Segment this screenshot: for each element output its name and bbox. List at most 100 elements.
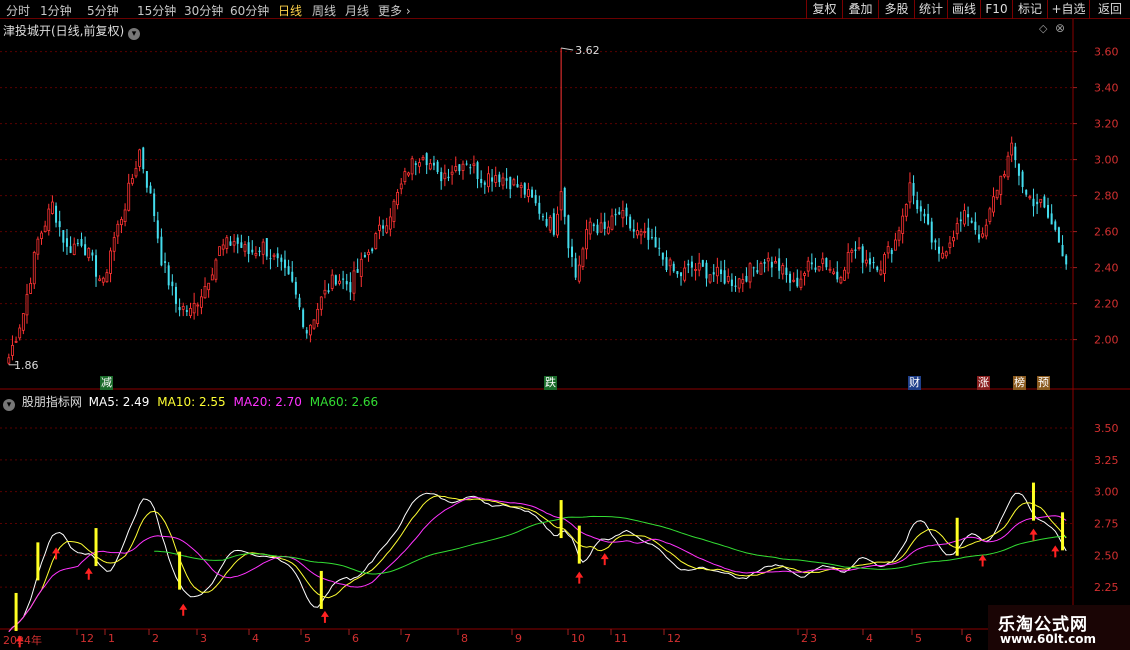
candle-body (396, 191, 400, 206)
candle-body (796, 277, 799, 287)
candle-body (581, 248, 585, 267)
candle-body (944, 251, 948, 257)
candle-body (505, 178, 508, 181)
candle-body (639, 231, 643, 236)
candle-body (625, 207, 628, 217)
candle-body (483, 182, 486, 185)
flag-finance[interactable]: 财 (908, 376, 921, 390)
candle-body (734, 285, 737, 287)
candle-body (229, 241, 232, 246)
candle-body (643, 231, 647, 234)
candle-body (577, 264, 581, 282)
candle-body (665, 257, 668, 270)
candle-body (36, 238, 40, 255)
candle-body (571, 246, 574, 257)
candle-body (629, 216, 632, 229)
candle-body (58, 221, 61, 228)
flag-forecast[interactable]: 预 (1037, 376, 1050, 390)
flag-reduce[interactable]: 减 (100, 376, 113, 390)
candle-body (80, 239, 83, 246)
candle-body (1014, 146, 1017, 161)
candle-body (789, 273, 792, 283)
candle-body (171, 281, 174, 287)
chevron-down-icon[interactable]: ▾ (3, 399, 15, 411)
candle-body (803, 273, 806, 276)
candle-body (545, 218, 548, 226)
price-tick-label: 2.40 (1094, 262, 1119, 275)
candle-body (432, 162, 435, 166)
candle-body (421, 156, 425, 160)
candle-body (480, 178, 483, 184)
candle-body (737, 278, 741, 289)
candle-body (647, 227, 650, 240)
candle-body (469, 167, 472, 169)
candle-body (32, 252, 36, 285)
close-icon[interactable]: ⊗ (1055, 21, 1065, 35)
candle-body (382, 225, 385, 229)
flag-rise[interactable]: 涨 (977, 376, 990, 390)
candle-body (283, 259, 286, 268)
candle-body (817, 265, 821, 271)
candle-body (512, 179, 516, 186)
candle-body (378, 224, 381, 231)
candle-body (567, 215, 570, 249)
candle-body (766, 257, 770, 262)
yellow-signal-bar (955, 517, 959, 556)
candle-body (1032, 198, 1035, 207)
candle-body (999, 175, 1003, 195)
candle-body (160, 236, 163, 266)
indicator-panel-header: ▾ 股朋指标网 MA5: 2.49 MA10: 2.55 MA20: 2.70 … (3, 393, 378, 411)
candle-body (756, 270, 759, 273)
x-axis-label: 10 (571, 632, 585, 645)
candle-body (440, 171, 443, 182)
candle-body (527, 189, 530, 197)
chevron-down-icon[interactable]: ▾ (128, 28, 141, 40)
flag-drop[interactable]: 跌 (544, 376, 557, 390)
candle-body (47, 208, 51, 231)
candle-body (1036, 201, 1039, 205)
red-arrow-icon (575, 571, 584, 584)
chart-canvas[interactable]: 3.60 3.40 3.20 3.00 2.80 2.60 2.40 2.20 2.00 3.50… (0, 0, 1130, 650)
candle-body (658, 247, 661, 249)
candle-body (116, 223, 120, 237)
price-tick-label: 3.20 (1094, 118, 1119, 131)
candle-body (854, 249, 857, 251)
candle-body (1065, 255, 1068, 265)
candle-body (436, 161, 439, 173)
candle-body (1047, 204, 1050, 218)
candle-body (992, 196, 995, 213)
x-axis-label: 6 (965, 632, 972, 645)
candle-body (1010, 142, 1014, 156)
candle-body (810, 262, 813, 265)
red-arrow-icon (1029, 528, 1038, 541)
candle-body (614, 213, 617, 216)
ma10-label: MA10: 2.55 (157, 395, 226, 409)
candle-body (864, 259, 868, 264)
red-arrow-icon (179, 603, 188, 616)
red-arrow-icon (84, 567, 93, 580)
candle-body (963, 210, 966, 225)
candle-body (934, 240, 937, 243)
ma20-label: MA20: 2.70 (233, 395, 302, 409)
candle-body (825, 258, 828, 268)
candle-body (752, 267, 755, 269)
candle-body (876, 266, 879, 271)
candle-body (930, 221, 933, 243)
candle-body (450, 171, 454, 175)
candle-body (105, 272, 109, 283)
candle-body (828, 268, 832, 271)
candle-body (806, 260, 810, 272)
candle-body (955, 223, 959, 235)
x-axis-label: 5 (304, 632, 311, 645)
yellow-signal-bar (319, 570, 323, 609)
candle-body (799, 278, 803, 288)
candle-body (363, 254, 366, 258)
candle-body (872, 262, 875, 264)
indicator-tick-label: 2.50 (1094, 549, 1119, 562)
candle-body (694, 269, 697, 271)
diamond-icon[interactable]: ◇ (1039, 22, 1047, 35)
candle-body (850, 249, 854, 253)
red-arrow-icon (1051, 545, 1060, 558)
flag-list[interactable]: 榜 (1013, 376, 1026, 390)
candle-body (778, 258, 781, 271)
